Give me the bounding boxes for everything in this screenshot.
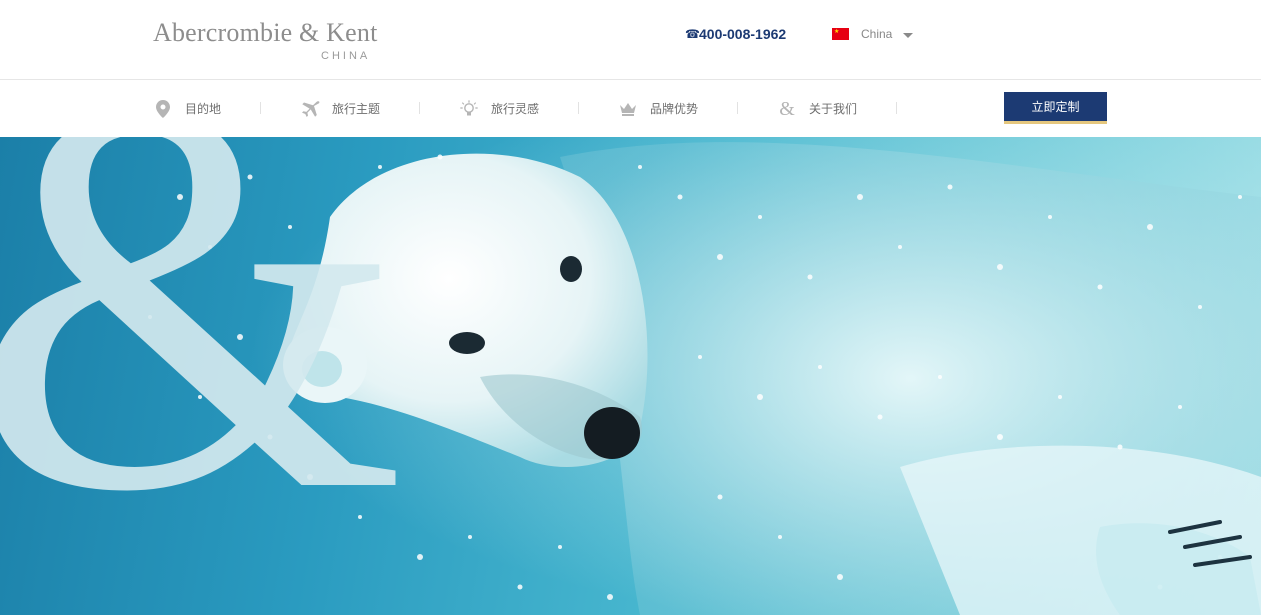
country-selector[interactable]: ★ China [832, 24, 914, 44]
phone-number-text: 400-008-1962 [699, 26, 787, 42]
hero-banner: & [0, 137, 1261, 615]
nav-divider [260, 102, 261, 114]
nav-item-themes[interactable]: 旅行主题 [300, 80, 380, 137]
logo-wordmark: Abercrombie & Kent [153, 18, 378, 47]
customize-now-button[interactable]: 立即定制 [1004, 92, 1107, 124]
nav-item-brand-advantages[interactable]: 品牌优势 [618, 80, 698, 137]
nav-item-inspiration[interactable]: 旅行灵感 [459, 80, 539, 137]
logo-subtitle: CHINA [321, 50, 371, 62]
phone-icon: ☎ [685, 27, 700, 41]
brand-logo[interactable]: Abercrombie & Kent CHINA [153, 18, 393, 66]
country-label: China [861, 27, 893, 41]
nav-divider [737, 102, 738, 114]
top-header: Abercrombie & Kent CHINA ☎ 400-008-1962 … [0, 0, 1261, 80]
nav-label: 旅行灵感 [491, 102, 540, 116]
nav-item-about-us[interactable]: & 关于我们 [777, 80, 857, 137]
nav-divider [419, 102, 420, 114]
ampersand-icon: & [779, 97, 795, 120]
china-flag-icon: ★ [832, 28, 849, 40]
nav-item-destinations[interactable]: 目的地 [153, 80, 221, 137]
main-nav: 目的地 旅行主题 旅行灵感 品牌优势 & 关于我们 立即定制 [0, 80, 1261, 137]
nav-divider [578, 102, 579, 114]
nav-label: 品牌优势 [650, 102, 699, 116]
location-pin-icon [153, 99, 173, 119]
nav-label: 目的地 [185, 102, 222, 116]
lightbulb-icon [459, 99, 479, 119]
phone-number[interactable]: ☎ 400-008-1962 [685, 24, 786, 44]
page: Abercrombie & Kent CHINA ☎ 400-008-1962 … [0, 0, 1261, 615]
nav-divider [896, 102, 897, 114]
crown-icon [618, 99, 638, 119]
chevron-down-icon [903, 32, 914, 38]
nav-label: 旅行主题 [332, 102, 381, 116]
nav-label: 关于我们 [809, 102, 858, 116]
polar-bear-underwater-photo [0, 137, 1261, 615]
airplane-icon [300, 99, 320, 119]
